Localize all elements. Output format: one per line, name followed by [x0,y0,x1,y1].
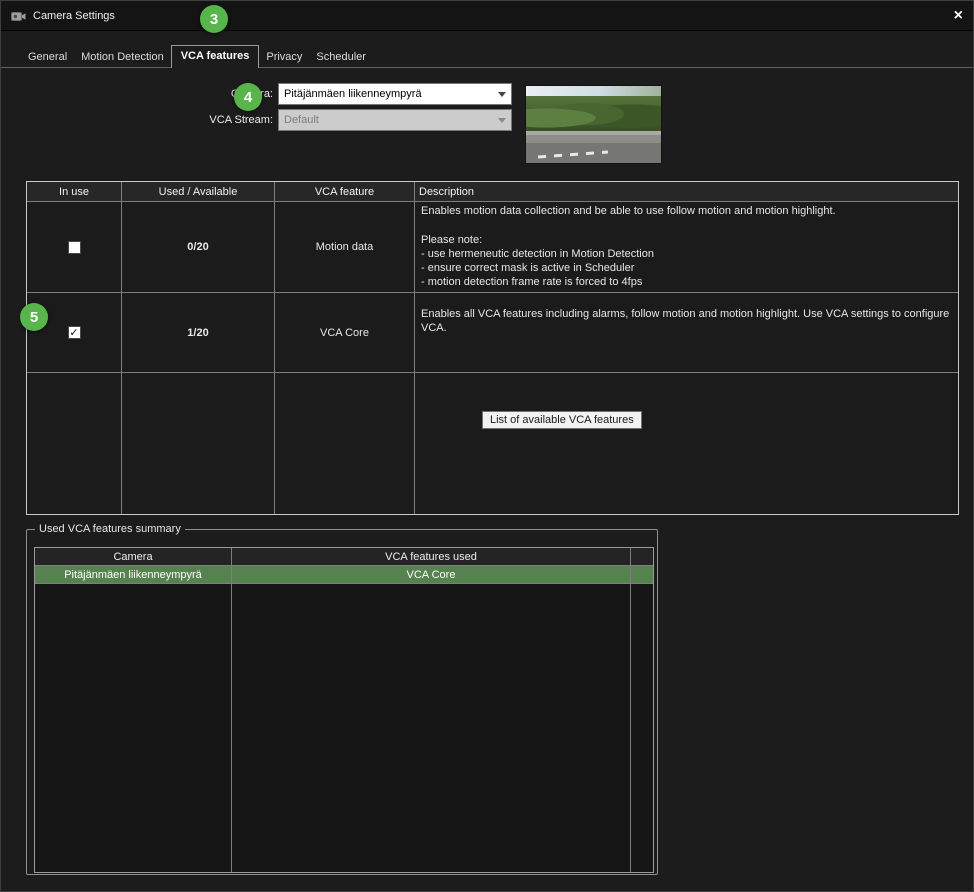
summary-table: Camera VCA features used Pitäjänmäen lii… [34,547,654,873]
summary-group-label: Used VCA features summary [35,523,185,535]
summary-header-camera: Camera [35,548,232,566]
vca-core-used-available: 1/20 [122,293,275,373]
annotation-step-5: 5 [20,303,48,331]
empty-cell [27,373,122,514]
camera-select-value: Pitäjänmäen liikenneympyrä [279,88,493,100]
camera-select[interactable]: Pitäjänmäen liikenneympyrä [278,83,512,105]
column-header-used-available: Used / Available [122,182,275,202]
close-icon[interactable]: × [954,1,963,31]
tab-vca-features[interactable]: VCA features [171,45,260,68]
chevron-down-icon [493,110,511,130]
camera-settings-window: Camera Settings × General Motion Detecti… [0,0,974,892]
tab-divider [1,67,973,68]
titlebar: Camera Settings × [1,1,973,31]
summary-header-features-used: VCA features used [232,548,631,566]
vca-stream-select: Default [278,109,512,131]
vca-core-description: Enables all VCA features including alarm… [415,293,958,373]
tab-privacy[interactable]: Privacy [259,48,309,67]
empty-cell [232,584,631,872]
summary-row-camera[interactable]: Pitäjänmäen liikenneympyrä [35,566,232,584]
vca-stream-select-value: Default [279,114,493,126]
vca-stream-label: VCA Stream: [153,109,273,131]
motion-data-feature-name: Motion data [275,202,415,293]
empty-cell [415,373,958,514]
window-title: Camera Settings [33,10,115,22]
empty-cell [275,373,415,514]
annotation-step-4: 4 [234,83,262,111]
summary-header-spacer [631,548,653,566]
tab-strip: General Motion Detection VCA features Pr… [21,45,373,67]
empty-cell [122,373,275,514]
tab-scheduler[interactable]: Scheduler [309,48,373,67]
camera-preview [525,85,662,164]
camera-icon [11,10,26,22]
preview-trees [526,96,661,136]
table-row-motion-data-in-use [27,202,122,293]
column-header-vca-feature: VCA feature [275,182,415,202]
vca-core-checkbox[interactable]: ✓ [68,326,81,339]
summary-row-features[interactable]: VCA Core [232,566,631,584]
vca-features-tooltip: List of available VCA features [482,411,642,429]
column-header-description: Description [415,182,958,202]
tab-motion-detection[interactable]: Motion Detection [74,48,171,67]
motion-data-used-available: 0/20 [122,202,275,293]
annotation-step-3: 3 [200,5,228,33]
chevron-down-icon [493,84,511,104]
motion-data-checkbox[interactable] [68,241,81,254]
empty-cell [631,584,653,872]
summary-row-spacer[interactable] [631,566,653,584]
preview-road [526,131,661,163]
tab-general[interactable]: General [21,48,74,67]
summary-group: Used VCA features summary Camera VCA fea… [26,523,658,875]
empty-cell [35,584,232,872]
column-header-in-use: In use [27,182,122,202]
vca-core-feature-name: VCA Core [275,293,415,373]
vca-features-table: In use Used / Available VCA feature Desc… [26,181,959,515]
motion-data-description: Enables motion data collection and be ab… [415,202,958,293]
